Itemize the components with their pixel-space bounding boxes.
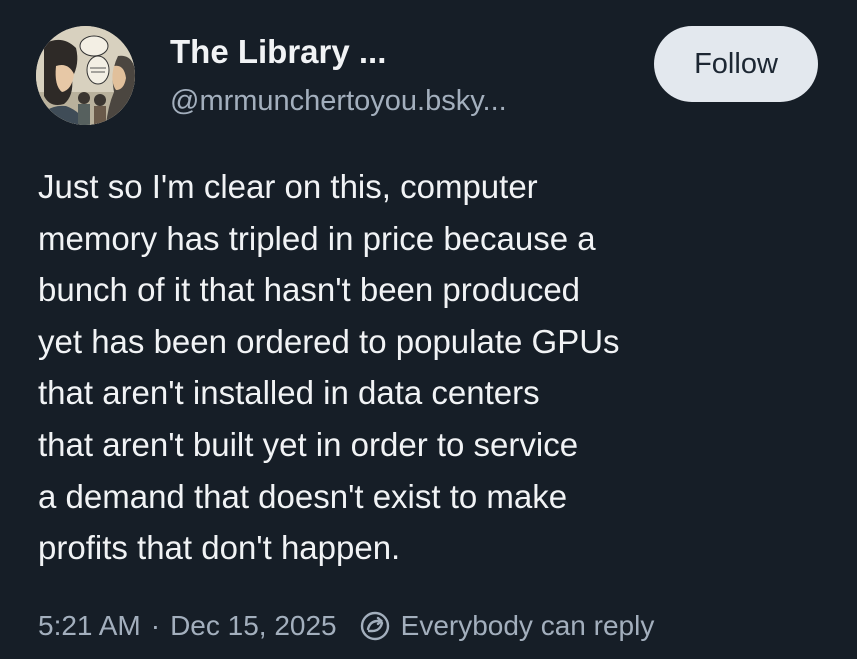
post-text-line: profits that don't happen. [38, 529, 401, 567]
post-date[interactable]: Dec 15, 2025 [170, 610, 337, 642]
follow-button[interactable]: Follow [654, 26, 818, 102]
post-text-line: yet has been ordered to populate GPUs [38, 322, 620, 360]
post-text-line: memory has tripled in price because a [38, 219, 596, 257]
post-text: Just so I'm clear on this, computer memo… [38, 161, 828, 574]
post: The Library ... @mrmunchertoyou.bsky... … [0, 0, 857, 659]
author-display-name[interactable]: The Library ... [170, 30, 507, 74]
author-handle[interactable]: @mrmunchertoyou.bsky... [170, 82, 507, 120]
post-time[interactable]: 5:21 AM [38, 610, 141, 642]
post-text-line: bunch of it that hasn't been produced [38, 271, 581, 309]
comic-illustration-avatar [36, 26, 135, 125]
author-info[interactable]: The Library ... @mrmunchertoyou.bsky... [170, 30, 507, 120]
post-meta: 5:21 AM · Dec 15, 2025 Everybody can rep… [38, 604, 654, 648]
reply-setting-label[interactable]: Everybody can reply [401, 610, 655, 642]
reply-setting-icon [359, 610, 391, 642]
post-text-line: a demand that doesn't exist to make [38, 477, 568, 515]
post-text-line: that aren't built yet in order to servic… [38, 425, 579, 463]
post-text-line: Just so I'm clear on this, computer [38, 168, 538, 205]
avatar[interactable] [36, 26, 135, 125]
post-text-line: that aren't installed in data centers [38, 374, 540, 412]
meta-separator: · [150, 610, 161, 641]
